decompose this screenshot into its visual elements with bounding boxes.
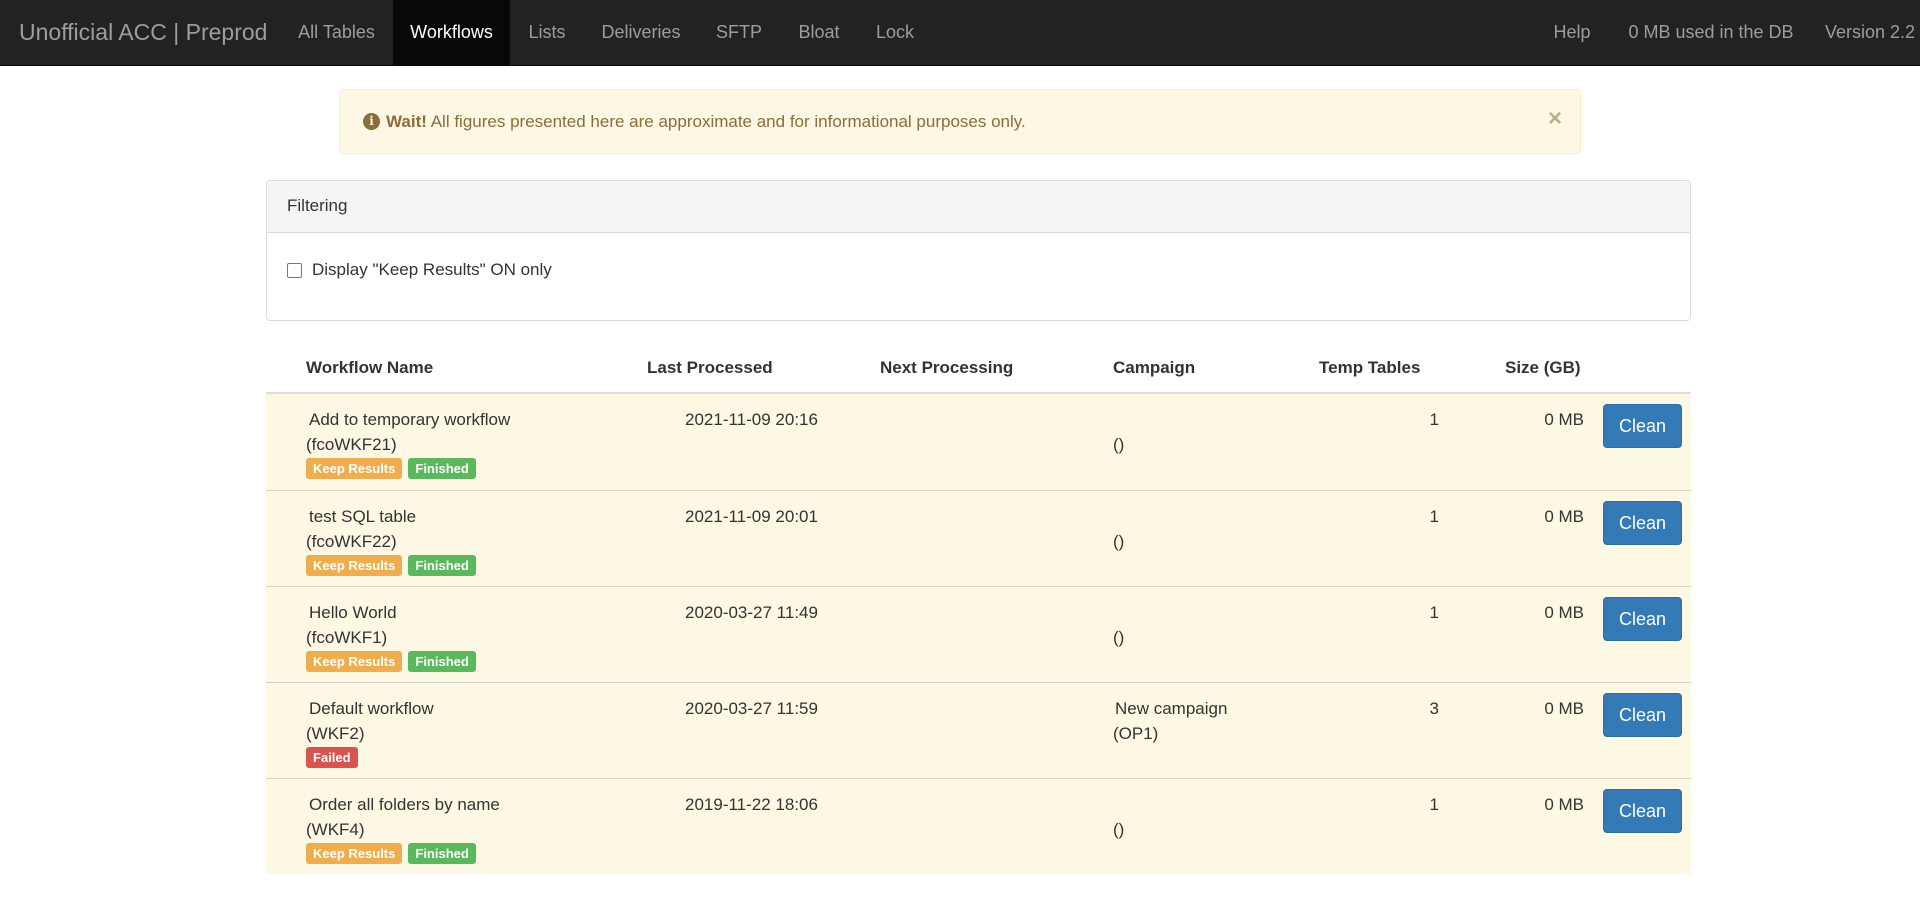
size-value: 0 MB [1544,507,1584,526]
workflow-name: Hello World [309,603,397,622]
workflow-id: (WKF4) [306,820,365,839]
clean-button[interactable]: Clean [1603,404,1682,448]
table-row: test SQL table (fcoWKF22) Keep Results F… [266,490,1691,586]
info-alert: i Wait! All figures presented here are a… [339,89,1581,154]
last-processed: 2020-03-27 11:49 [685,603,818,622]
last-processed: 2021-11-09 20:16 [685,410,818,429]
nav-item-help[interactable]: Help [1535,0,1609,65]
workflow-name: Order all folders by name [309,795,500,814]
close-icon[interactable]: × [1542,104,1568,134]
clean-button[interactable]: Clean [1603,501,1682,545]
nav-item-all-tables[interactable]: All Tables [283,0,390,65]
workflow-table: Workflow Name Last Processed Next Proces… [266,346,1691,874]
clean-button[interactable]: Clean [1603,597,1682,641]
last-processed: 2021-11-09 20:01 [685,507,818,526]
size-value: 0 MB [1544,699,1584,718]
finished-badge: Finished [408,843,476,864]
workflow-name: Add to temporary workflow [309,410,511,429]
size-value: 0 MB [1544,603,1584,622]
panel-heading: Filtering [267,181,1690,233]
nav-item-lists[interactable]: Lists [511,0,583,65]
table-row: Default workflow (WKF2) Failed 2020-03-2… [266,682,1691,778]
keep-results-checkbox[interactable] [287,263,302,278]
temp-tables-count: 1 [1429,795,1439,814]
campaign-id: () [1113,628,1125,647]
table-row: Add to temporary workflow (fcoWKF21) Kee… [266,394,1691,490]
status-badges: Keep Results Finished [306,843,476,864]
temp-tables-count: 3 [1429,699,1439,718]
temp-tables-count: 1 [1429,507,1439,526]
column-header-last-processed[interactable]: Last Processed [647,358,773,378]
keep-results-badge: Keep Results [306,843,403,864]
brand-title[interactable]: Unofficial ACC | Preprod [19,0,267,66]
workflow-name: test SQL table [309,507,417,526]
campaign-name: New campaign [1115,699,1228,718]
clean-button[interactable]: Clean [1603,789,1682,833]
alert-body-text: All figures presented here are approxima… [430,112,1026,131]
campaign-id: () [1113,532,1125,551]
status-badges: Keep Results Finished [306,555,476,576]
panel-body: Display "Keep Results" ON only [267,233,1690,320]
top-navbar: Unofficial ACC | Preprod All Tables Work… [0,0,1920,66]
keep-results-badge: Keep Results [306,555,403,576]
filtering-panel: Filtering Display "Keep Results" ON only [266,180,1691,321]
workflow-name: Default workflow [309,699,434,718]
db-usage-indicator: 0 MB used in the DB [1628,22,1794,42]
temp-tables-count: 1 [1429,603,1439,622]
workflow-id: (fcoWKF21) [306,435,397,454]
column-header-temp-tables[interactable]: Temp Tables [1319,358,1420,378]
status-badges: Keep Results Finished [306,651,476,672]
column-header-next-processing[interactable]: Next Processing [880,358,1013,378]
temp-tables-count: 1 [1429,410,1439,429]
table-header-row: Workflow Name Last Processed Next Proces… [266,346,1691,394]
finished-badge: Finished [408,651,476,672]
status-badges: Failed [306,747,358,768]
table-row: Hello World (fcoWKF1) Keep Results Finis… [266,586,1691,682]
campaign-id: () [1113,435,1125,454]
campaign-id: (OP1) [1113,724,1159,743]
size-value: 0 MB [1544,410,1584,429]
nav-item-lock[interactable]: Lock [860,0,930,65]
last-processed: 2019-11-22 18:06 [685,795,818,814]
workflow-id: (fcoWKF1) [306,628,388,647]
clean-button[interactable]: Clean [1603,693,1682,737]
alert-message: Wait! All figures presented here are app… [386,112,1026,132]
failed-badge: Failed [306,747,358,768]
keep-results-badge: Keep Results [306,458,403,479]
alert-strong-text: Wait! [386,112,427,131]
last-processed: 2020-03-27 11:59 [685,699,818,718]
workflow-id: (fcoWKF22) [306,532,397,551]
column-header-workflow-name[interactable]: Workflow Name [306,358,433,378]
keep-results-checkbox-label[interactable]: Display "Keep Results" ON only [312,260,552,280]
version-label: Version 2.2 [1825,22,1916,42]
finished-badge: Finished [408,555,476,576]
info-circle-icon: i [363,113,380,130]
workflow-id: (WKF2) [306,724,365,743]
nav-item-deliveries[interactable]: Deliveries [585,0,697,65]
size-value: 0 MB [1544,795,1584,814]
status-badges: Keep Results Finished [306,458,476,479]
nav-item-bloat[interactable]: Bloat [780,0,858,65]
column-header-size[interactable]: Size (GB) [1505,358,1581,378]
column-header-campaign[interactable]: Campaign [1113,358,1195,378]
nav-item-sftp[interactable]: SFTP [699,0,779,65]
nav-item-workflows[interactable]: Workflows [393,0,510,65]
campaign-id: () [1113,820,1125,839]
finished-badge: Finished [408,458,476,479]
table-row: Order all folders by name (WKF4) Keep Re… [266,778,1691,874]
keep-results-badge: Keep Results [306,651,403,672]
